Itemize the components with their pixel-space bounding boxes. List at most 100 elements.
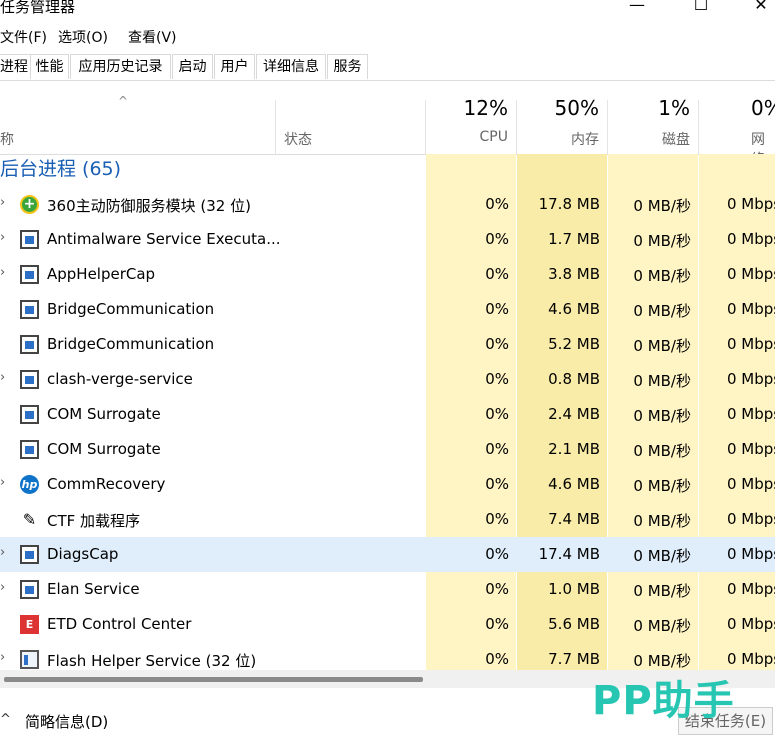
menu-view[interactable]: 查看(V) [128,27,177,47]
process-name: ETD Control Center [47,615,192,633]
tab-performance[interactable]: 性能 [30,54,69,79]
cpu-value: 0% [485,405,509,423]
memory-value: 0.8 MB [548,370,600,388]
cpu-value: 0% [485,510,509,528]
column-memory[interactable]: 内存 [520,129,599,149]
table-row[interactable]: COM Surrogate 0% 2.4 MB 0 MB/秒 0 Mbps [0,397,775,432]
table-row[interactable]: ✎ CTF 加载程序 0% 7.4 MB 0 MB/秒 0 Mbps [0,502,775,537]
menu-options[interactable]: 选项(O) [58,27,108,47]
tab-processes[interactable]: 进程 [0,54,31,79]
table-row[interactable]: › Elan Service 0% 1.0 MB 0 MB/秒 0 Mbps [0,572,775,607]
expand-arrow-icon[interactable]: › [0,580,10,595]
process-name: clash-verge-service [47,370,193,388]
process-list: 后台进程 (65) › +360主动防御服务模块 (32 位) 0% 17.8 MB 0… [0,154,775,670]
table-row[interactable]: › Flash Helper Service (32 位) 0% 7.7 MB 0 MB… [0,642,775,670]
column-divider[interactable] [275,100,276,154]
cpu-value: 0% [485,650,509,668]
scrollbar-thumb[interactable] [4,677,423,682]
maximize-button[interactable]: ☐ [678,0,724,20]
title-bar: 任务管理器 — ☐ ✕ [0,0,775,22]
process-name: BridgeCommunication [47,335,215,353]
column-divider[interactable] [698,100,699,154]
table-row[interactable]: › DiagsCap 0% 17.4 MB 0 MB/秒 0 Mbps [0,537,775,572]
table-row[interactable]: › Antimalware Service Executa... 0% 1.7 MB 0… [0,222,775,257]
network-percent[interactable]: 0% [751,96,775,120]
network-value: 0 Mbps [727,370,775,388]
expand-arrow-icon[interactable]: › [0,230,10,245]
process-name: CommRecovery [47,475,166,493]
tab-details[interactable]: 详细信息 [256,54,326,79]
column-divider[interactable] [425,100,426,154]
disk-value: 0 MB/秒 [633,232,691,250]
memory-value: 1.0 MB [548,580,600,598]
column-name[interactable]: 名称 [0,129,14,149]
cpu-value: 0% [485,300,509,318]
tab-startup[interactable]: 启动 [172,54,213,79]
tab-services[interactable]: 服务 [327,54,368,79]
cpu-percent[interactable]: 12% [430,96,508,120]
group-header-background-processes: 后台进程 (65) [0,158,122,180]
cpu-value: 0% [485,440,509,458]
table-row[interactable]: BridgeCommunication 0% 5.2 MB 0 MB/秒 0 Mbps [0,327,775,362]
expand-arrow-icon[interactable]: › [0,195,10,210]
process-name: COM Surrogate [47,440,161,458]
fewer-details-link[interactable]: 简略信息(D) [25,711,108,732]
network-value: 0 Mbps [727,300,775,318]
expand-arrow-icon[interactable]: › [0,650,10,665]
network-value: 0 Mbps [727,195,775,213]
window-icon [20,545,39,564]
disk-value: 0 MB/秒 [633,407,691,425]
360-icon: + [20,195,39,214]
table-row[interactable]: › +360主动防御服务模块 (32 位) 0% 17.8 MB 0 MB/秒 0 Mbp… [0,187,775,222]
column-status[interactable]: 状态 [284,129,312,149]
window-icon [20,335,39,354]
expand-arrow-icon[interactable]: › [0,545,10,560]
process-name: CTF 加载程序 [47,512,141,530]
memory-value: 4.6 MB [548,475,600,493]
expand-arrow-icon[interactable]: › [0,265,10,280]
table-row[interactable]: › clash-verge-service 0% 0.8 MB 0 MB/秒 0 Mbps [0,362,775,397]
network-value: 0 Mbps [727,475,775,493]
minimize-button[interactable]: — [614,0,660,20]
cpu-value: 0% [485,265,509,283]
table-row[interactable]: › hp CommRecovery 0% 4.6 MB 0 MB/秒 0 Mbps [0,467,775,502]
disk-value: 0 MB/秒 [633,547,691,565]
window-icon [20,370,39,389]
process-name: Elan Service [47,580,140,598]
chevron-up-icon[interactable]: ^ [0,712,11,727]
etd-icon: E [20,615,39,634]
memory-percent[interactable]: 50% [520,96,599,120]
disk-percent[interactable]: 1% [612,96,690,120]
table-row[interactable]: › AppHelperCap 0% 3.8 MB 0 MB/秒 0 Mbps [0,257,775,292]
window-icon [20,265,39,284]
column-disk[interactable]: 磁盘 [612,129,690,149]
table-row[interactable]: E ETD Control Center 0% 5.6 MB 0 MB/秒 0 Mbps [0,607,775,642]
tab-app-history[interactable]: 应用历史记录 [70,54,171,79]
close-button[interactable]: ✕ [738,0,775,20]
cpu-value: 0% [485,615,509,633]
table-row[interactable]: BridgeCommunication 0% 4.6 MB 0 MB/秒 0 Mbps [0,292,775,327]
table-row[interactable]: COM Surrogate 0% 2.1 MB 0 MB/秒 0 Mbps [0,432,775,467]
memory-value: 3.8 MB [548,265,600,283]
memory-value: 2.1 MB [548,440,600,458]
column-divider[interactable] [607,100,608,154]
sort-arrow-icon[interactable]: ^ [118,94,128,108]
network-value: 0 Mbps [727,615,775,633]
watermark-logo: PP助手 [592,678,735,724]
disk-value: 0 MB/秒 [633,652,691,670]
ctf-pen-icon: ✎ [22,510,37,529]
cpu-value: 0% [485,195,509,213]
window-icon [20,230,39,249]
expand-arrow-icon[interactable]: › [0,370,10,385]
tab-users[interactable]: 用户 [214,54,255,79]
process-name: COM Surrogate [47,405,161,423]
expand-arrow-icon[interactable]: › [0,475,10,490]
network-value: 0 Mbps [727,335,775,353]
column-cpu[interactable]: CPU [430,129,508,145]
memory-value: 5.6 MB [548,615,600,633]
column-divider[interactable] [516,100,517,154]
menu-file[interactable]: 文件(F) [0,27,47,47]
disk-value: 0 MB/秒 [633,337,691,355]
process-name: Antimalware Service Executa... [47,230,281,248]
hp-icon: hp [20,475,39,494]
